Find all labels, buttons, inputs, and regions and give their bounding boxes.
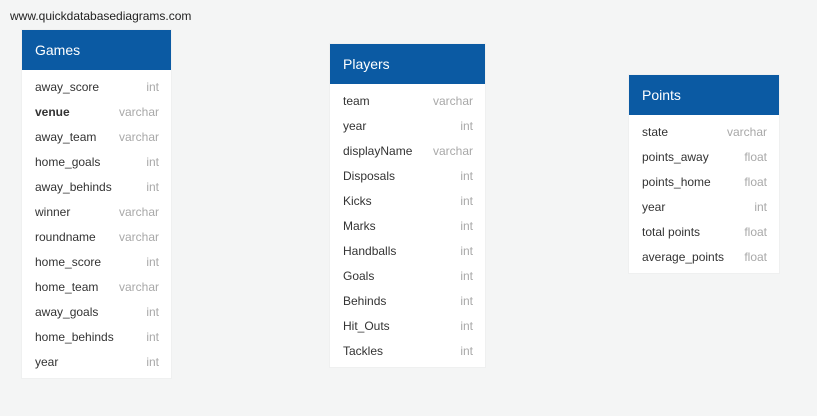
field-row[interactable]: total points float — [629, 219, 779, 244]
field-type: int — [460, 193, 473, 208]
field-name: away_goals — [35, 304, 99, 319]
field-type: int — [146, 254, 159, 269]
field-type: varchar — [432, 143, 473, 158]
field-name: year — [35, 354, 59, 369]
field-type: int — [460, 168, 473, 183]
field-row[interactable]: displayName varchar — [330, 138, 485, 163]
table-title[interactable]: Games — [22, 30, 171, 70]
field-row[interactable]: winner varchar — [22, 199, 171, 224]
field-row[interactable]: away_behinds int — [22, 174, 171, 199]
field-type: varchar — [118, 229, 159, 244]
site-watermark: www.quickdatabasediagrams.com — [10, 9, 192, 23]
field-name: Goals — [343, 268, 375, 283]
field-row[interactable]: Disposals int — [330, 163, 485, 188]
table-title[interactable]: Players — [330, 44, 485, 84]
field-row[interactable]: roundname varchar — [22, 224, 171, 249]
field-name: Handballs — [343, 243, 397, 258]
field-name: Kicks — [343, 193, 372, 208]
field-type: int — [460, 243, 473, 258]
field-name: year — [642, 199, 666, 214]
field-name: home_behinds — [35, 329, 114, 344]
field-name: year — [343, 118, 367, 133]
field-row[interactable]: points_home float — [629, 169, 779, 194]
field-row[interactable]: home_goals int — [22, 149, 171, 174]
field-row[interactable]: Behinds int — [330, 288, 485, 313]
field-name: home_goals — [35, 154, 101, 169]
field-name: state — [642, 124, 669, 139]
field-name: team — [343, 93, 370, 108]
field-row[interactable]: away_team varchar — [22, 124, 171, 149]
field-type: int — [146, 154, 159, 169]
field-list: team varchar year int displayName varcha… — [330, 84, 485, 367]
field-type: varchar — [118, 204, 159, 219]
field-row[interactable]: year int — [629, 194, 779, 219]
field-row[interactable]: year int — [330, 113, 485, 138]
table-players[interactable]: Players team varchar year int displayNam… — [330, 44, 485, 367]
field-type: int — [460, 268, 473, 283]
field-type: float — [744, 174, 767, 189]
field-name: displayName — [343, 143, 413, 158]
table-title[interactable]: Points — [629, 75, 779, 115]
field-name: Tackles — [343, 343, 384, 358]
field-type: float — [744, 149, 767, 164]
field-name: average_points — [642, 249, 725, 264]
table-games[interactable]: Games away_score int venue varchar away_… — [22, 30, 171, 378]
field-row[interactable]: Tackles int — [330, 338, 485, 363]
field-list: away_score int venue varchar away_team v… — [22, 70, 171, 378]
field-type: varchar — [432, 93, 473, 108]
field-row[interactable]: state varchar — [629, 119, 779, 144]
field-type: int — [460, 318, 473, 333]
field-row[interactable]: away_score int — [22, 74, 171, 99]
field-type: int — [146, 329, 159, 344]
field-type: varchar — [118, 279, 159, 294]
field-type: float — [744, 224, 767, 239]
field-name: winner — [35, 204, 71, 219]
field-type: varchar — [118, 104, 159, 119]
field-type: int — [754, 199, 767, 214]
field-type: varchar — [118, 129, 159, 144]
field-row[interactable]: Goals int — [330, 263, 485, 288]
field-row[interactable]: venue varchar — [22, 99, 171, 124]
field-row[interactable]: team varchar — [330, 88, 485, 113]
field-row[interactable]: home_behinds int — [22, 324, 171, 349]
field-list: state varchar points_away float points_h… — [629, 115, 779, 273]
field-name: points_away — [642, 149, 709, 164]
table-points[interactable]: Points state varchar points_away float p… — [629, 75, 779, 273]
field-row[interactable]: year int — [22, 349, 171, 374]
field-name: home_team — [35, 279, 99, 294]
field-type: int — [460, 293, 473, 308]
field-row[interactable]: Marks int — [330, 213, 485, 238]
field-row[interactable]: Hit_Outs int — [330, 313, 485, 338]
field-type: int — [146, 79, 159, 94]
field-name: away_score — [35, 79, 100, 94]
field-row[interactable]: home_team varchar — [22, 274, 171, 299]
field-name: venue — [35, 104, 70, 119]
field-row[interactable]: points_away float — [629, 144, 779, 169]
field-name: home_score — [35, 254, 102, 269]
field-type: float — [744, 249, 767, 264]
field-name: away_team — [35, 129, 97, 144]
field-type: int — [146, 304, 159, 319]
field-name: total points — [642, 224, 701, 239]
field-row[interactable]: average_points float — [629, 244, 779, 269]
field-type: int — [460, 218, 473, 233]
field-name: Marks — [343, 218, 376, 233]
field-type: int — [460, 118, 473, 133]
field-type: int — [146, 354, 159, 369]
field-type: int — [460, 343, 473, 358]
field-name: away_behinds — [35, 179, 112, 194]
field-name: points_home — [642, 174, 711, 189]
field-row[interactable]: home_score int — [22, 249, 171, 274]
field-name: Behinds — [343, 293, 387, 308]
field-type: varchar — [726, 124, 767, 139]
field-name: roundname — [35, 229, 96, 244]
field-row[interactable]: Kicks int — [330, 188, 485, 213]
field-name: Disposals — [343, 168, 396, 183]
field-name: Hit_Outs — [343, 318, 390, 333]
field-type: int — [146, 179, 159, 194]
field-row[interactable]: away_goals int — [22, 299, 171, 324]
field-row[interactable]: Handballs int — [330, 238, 485, 263]
